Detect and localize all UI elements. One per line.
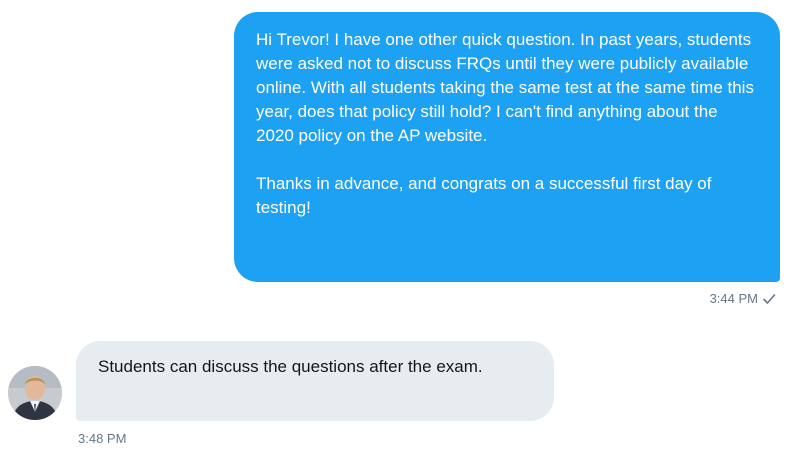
received-message-bubble[interactable]: Students can discuss the questions after… xyxy=(76,341,554,421)
avatar[interactable] xyxy=(8,366,62,420)
checkmark-icon xyxy=(762,292,776,306)
sent-message-meta: 3:44 PM xyxy=(710,291,776,306)
received-timestamp: 3:48 PM xyxy=(78,431,127,446)
received-message-text: Students can discuss the questions after… xyxy=(98,357,483,376)
sent-timestamp: 3:44 PM xyxy=(709,291,758,306)
sent-message-bubble[interactable]: Hi Trevor! I have one other quick questi… xyxy=(234,12,780,282)
sent-message-paragraph: Hi Trevor! I have one other quick questi… xyxy=(256,30,754,145)
sent-message-paragraph: Thanks in advance, and congrats on a suc… xyxy=(256,174,712,217)
